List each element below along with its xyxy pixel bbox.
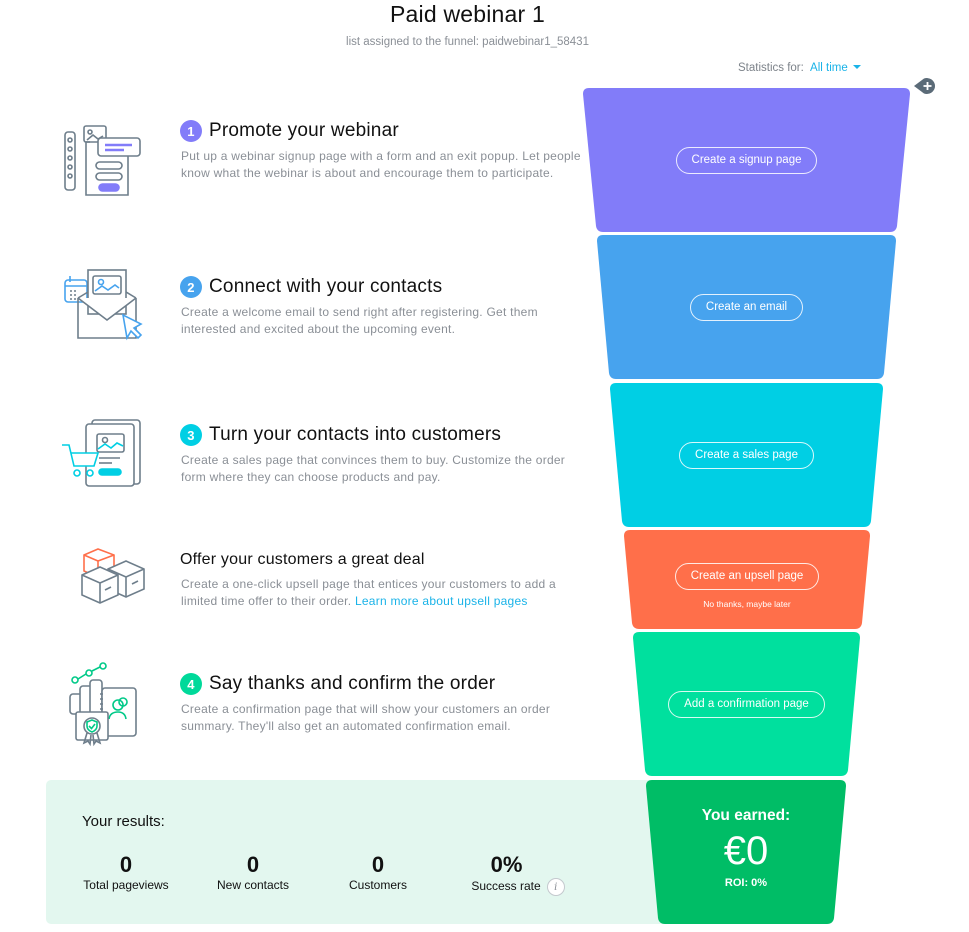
step-2-description: Create a welcome email to send right aft… xyxy=(181,305,538,336)
step-3-title: 3 Turn your contacts into customers xyxy=(180,424,501,446)
step-3-description: Create a sales page that convinces them … xyxy=(181,453,566,484)
metric-value: 0 xyxy=(246,852,260,877)
step-upsell-title-text: Offer your customers a great deal xyxy=(180,551,425,568)
funnel-stage-signup: Create a signup page xyxy=(583,88,910,232)
info-icon[interactable]: i xyxy=(546,878,565,896)
learn-more-upsell-link[interactable]: Learn more about upsell pages xyxy=(355,594,528,608)
metric-value: 0 xyxy=(371,852,385,877)
metric-label-row: Success rate i xyxy=(466,878,570,896)
step-1-title: 1 Promote your webinar xyxy=(180,120,399,142)
results-panel: Your results: 0 Total pageviews 0 New co… xyxy=(46,780,686,924)
funnel-stage-email: Create an email xyxy=(597,235,896,379)
create-sales-page-button[interactable]: Create a sales page xyxy=(679,441,814,469)
funnel-stage-sales: Create a sales page xyxy=(610,383,883,527)
create-signup-page-button[interactable]: Create a signup page xyxy=(675,146,818,174)
skip-upsell-link[interactable]: No thanks, maybe later xyxy=(703,599,790,609)
step-1-title-text: Promote your webinar xyxy=(209,120,399,141)
statistics-filter: Statistics for: All time xyxy=(738,62,861,74)
metric-label: Customers xyxy=(348,878,407,892)
statistics-period-value[interactable]: All time xyxy=(810,62,848,74)
funnel-stage-confirmation: Add a confirmation page xyxy=(633,632,860,776)
step-upsell-description: Create a one-click upsell page that enti… xyxy=(181,576,591,610)
earned-amount: €0 xyxy=(723,829,769,873)
add-confirmation-page-button[interactable]: Add a confirmation page xyxy=(668,690,825,718)
boxes-icon xyxy=(60,545,148,625)
earned-content: You earned: €0 ROI: 0% xyxy=(646,780,846,924)
step-2-title-text: Connect with your contacts xyxy=(209,276,443,297)
earned-label: You earned: xyxy=(701,807,791,824)
metric-value: 0% xyxy=(490,852,523,877)
results-heading: Your results: xyxy=(82,813,165,830)
create-email-button[interactable]: Create an email xyxy=(689,293,804,321)
step-3-title-text: Turn your contacts into customers xyxy=(209,424,502,445)
step-2-title: 2 Connect with your contacts xyxy=(180,276,442,298)
metric-success-rate: 0% Success rate i xyxy=(466,852,570,896)
metric-label: New contacts xyxy=(216,878,290,892)
metric-customers: 0 Customers xyxy=(342,852,414,892)
metric-label: Total pageviews xyxy=(83,878,169,892)
step-1-number-badge: 1 xyxy=(180,120,202,142)
statistics-period-dropdown[interactable]: All time xyxy=(810,62,861,74)
roi-value: ROI: 0% xyxy=(724,877,768,889)
email-icon xyxy=(60,268,148,348)
step-upsell-title: Offer your customers a great deal xyxy=(180,551,425,569)
step-4-title: 4 Say thanks and confirm the order xyxy=(180,673,495,695)
create-upsell-page-button[interactable]: Create an upsell page xyxy=(674,562,820,590)
metric-total-pageviews: 0 Total pageviews xyxy=(80,852,172,892)
funnel-list-subtitle: list assigned to the funnel: paidwebinar… xyxy=(346,36,589,48)
step-2-number-badge: 2 xyxy=(180,276,202,298)
metric-value: 0 xyxy=(119,852,133,877)
confirmation-icon xyxy=(60,658,148,747)
step-4-description: Create a confirmation page that will sho… xyxy=(181,702,551,733)
metric-label: Success rate xyxy=(471,879,541,894)
sales-page-icon xyxy=(60,416,148,496)
step-4-title-text: Say thanks and confirm the order xyxy=(209,673,496,694)
page-title: Paid webinar 1 xyxy=(390,1,545,27)
statistics-label: Statistics for: xyxy=(738,62,804,74)
step-4-number-badge: 4 xyxy=(180,673,202,695)
signup-page-icon xyxy=(60,120,148,200)
earned-panel: You earned: €0 ROI: 0% xyxy=(646,780,846,924)
step-3-number-badge: 3 xyxy=(180,424,202,446)
add-step-button[interactable] xyxy=(912,76,938,96)
metric-new-contacts: 0 New contacts xyxy=(210,852,296,892)
plus-icon[interactable] xyxy=(912,76,938,96)
caret-down-icon[interactable] xyxy=(852,64,861,69)
funnel-stage-upsell: Create an upsell page No thanks, maybe l… xyxy=(624,530,870,629)
step-1-description: Put up a webinar signup page with a form… xyxy=(181,149,581,180)
